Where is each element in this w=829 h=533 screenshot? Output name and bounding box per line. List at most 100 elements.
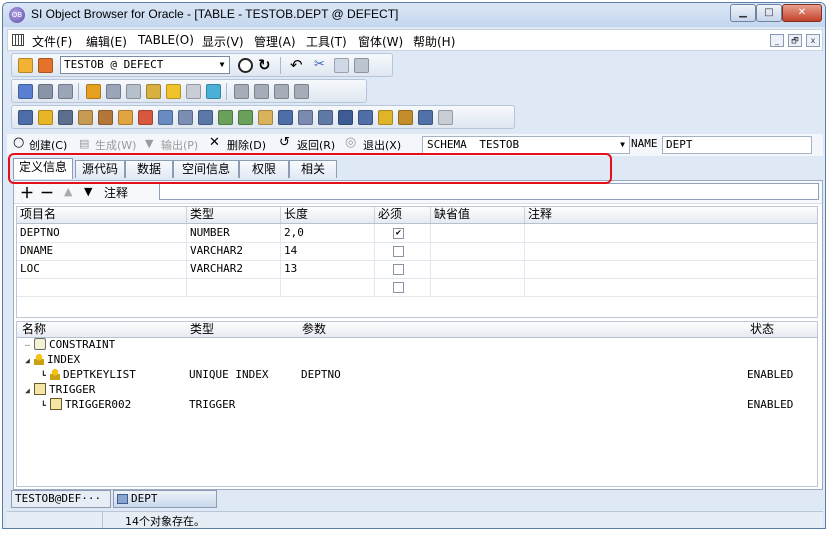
back-button[interactable]: 返回(R) xyxy=(297,137,335,153)
mdi-minimize-button[interactable]: _ xyxy=(770,34,784,47)
tree-icon[interactable] xyxy=(218,110,233,125)
menu-help[interactable]: 帮助(H) xyxy=(413,33,455,50)
cell-length[interactable]: 13 xyxy=(281,260,375,278)
cell-type[interactable]: VARCHAR2 xyxy=(187,260,281,278)
documents-icon[interactable] xyxy=(186,84,201,99)
cell-default[interactable] xyxy=(431,242,525,260)
cell-type[interactable] xyxy=(187,278,281,296)
header-object-param[interactable]: 参数 xyxy=(299,322,326,337)
copy-icon[interactable] xyxy=(334,58,349,73)
back-icon[interactable]: ↺ xyxy=(279,135,290,150)
edit-icon[interactable] xyxy=(398,110,413,125)
header-type[interactable]: 类型 xyxy=(187,207,281,223)
cell-name[interactable]: DEPTNO xyxy=(17,224,187,242)
menu-tools[interactable]: 工具(T) xyxy=(306,33,347,50)
exit-button[interactable]: 退出(X) xyxy=(363,137,401,153)
export-icon[interactable] xyxy=(294,84,309,99)
undo-icon[interactable]: ↶ xyxy=(290,58,305,73)
maximize-button[interactable]: □ xyxy=(756,4,782,22)
cell-default[interactable] xyxy=(431,224,525,242)
cell-type[interactable]: NUMBER xyxy=(187,224,281,242)
info-icon[interactable] xyxy=(254,84,269,99)
doc-tab-dept[interactable]: DEPT xyxy=(113,490,217,508)
header-length[interactable]: 长度 xyxy=(281,207,375,223)
cell-comment[interactable] xyxy=(525,260,817,278)
menu-table[interactable]: TABLE(O) xyxy=(138,33,194,47)
close-button[interactable]: ✕ xyxy=(782,4,822,22)
form-icon[interactable] xyxy=(198,110,213,125)
cell-comment[interactable] xyxy=(525,278,817,296)
cell-comment[interactable] xyxy=(525,242,817,260)
header-required[interactable]: 必须 xyxy=(375,207,431,223)
create-button[interactable]: 创建(C) xyxy=(29,137,67,153)
name-field[interactable]: DEPT xyxy=(662,136,812,154)
remove-column-icon[interactable]: － xyxy=(40,183,54,203)
cell-default[interactable] xyxy=(431,278,525,296)
tree-alt-icon[interactable] xyxy=(238,110,253,125)
tab-definition[interactable]: 定义信息 xyxy=(13,158,73,179)
header-object-type[interactable]: 类型 xyxy=(187,322,214,337)
circle-icon[interactable] xyxy=(238,58,253,73)
function-icon[interactable] xyxy=(158,110,173,125)
mdi-close-button[interactable]: x xyxy=(806,34,820,47)
required-checkbox[interactable] xyxy=(393,246,404,257)
cell-length[interactable]: 2,0 xyxy=(281,224,375,242)
connect-icon[interactable] xyxy=(18,58,33,73)
chart-icon[interactable] xyxy=(278,110,293,125)
tab-data[interactable]: 数据 xyxy=(125,160,173,178)
table-row[interactable]: LOC VARCHAR2 13 xyxy=(17,260,817,279)
tab-space[interactable]: 空间信息 xyxy=(173,160,239,178)
tree-node-index[interactable]: ◢ INDEX xyxy=(25,352,80,367)
menu-view[interactable]: 显示(V) xyxy=(202,33,244,50)
user-icon[interactable] xyxy=(86,84,101,99)
procedure-icon[interactable] xyxy=(138,110,153,125)
menu-manage[interactable]: 管理(A) xyxy=(254,33,296,50)
refresh-object-icon[interactable] xyxy=(378,110,393,125)
calendar-icon[interactable] xyxy=(338,110,353,125)
cylinder-icon[interactable] xyxy=(166,84,181,99)
type-icon[interactable] xyxy=(178,110,193,125)
sync-icon[interactable] xyxy=(206,84,221,99)
window-icon[interactable] xyxy=(298,110,313,125)
required-checkbox[interactable] xyxy=(393,282,404,293)
menu-window[interactable]: 窗体(W) xyxy=(358,33,403,50)
trigger-icon[interactable] xyxy=(258,110,273,125)
sequence-icon[interactable] xyxy=(98,110,113,125)
header-default[interactable]: 缺省值 xyxy=(431,207,525,223)
view-icon[interactable] xyxy=(58,110,73,125)
grid-icon[interactable] xyxy=(126,84,141,99)
cell-length[interactable]: 14 xyxy=(281,242,375,260)
schema-select[interactable]: SCHEMA TESTOB ▼ xyxy=(422,136,630,154)
collapse-triangle-icon[interactable]: ◢ xyxy=(25,383,34,398)
dblink-icon[interactable] xyxy=(318,110,333,125)
collapse-triangle-icon[interactable]: ◢ xyxy=(25,353,34,368)
cell-name[interactable]: DNAME xyxy=(17,242,187,260)
header-comment[interactable]: 注释 xyxy=(525,207,817,223)
package-icon[interactable] xyxy=(118,110,133,125)
move-down-icon[interactable]: ▼ xyxy=(84,185,92,198)
table-icon[interactable] xyxy=(18,110,33,125)
generate-button[interactable]: 生成(W) xyxy=(95,137,136,153)
cell-name[interactable]: LOC xyxy=(17,260,187,278)
sql-icon[interactable] xyxy=(18,84,33,99)
cell-default[interactable] xyxy=(431,260,525,278)
tab-privileges[interactable]: 权限 xyxy=(239,160,289,178)
script-icon[interactable] xyxy=(38,84,53,99)
menu-edit[interactable]: 编辑(E) xyxy=(86,33,127,50)
panel-icon[interactable] xyxy=(358,110,373,125)
refresh-icon[interactable]: ↻ xyxy=(258,58,273,73)
table-row[interactable]: DNAME VARCHAR2 14 xyxy=(17,242,817,261)
required-checkbox[interactable] xyxy=(393,264,404,275)
add-column-icon[interactable]: ＋ xyxy=(20,183,34,203)
mdi-child-icon[interactable] xyxy=(12,34,24,46)
export-button[interactable]: 输出(P) xyxy=(161,137,198,153)
save-icon[interactable] xyxy=(234,84,249,99)
delete-x-icon[interactable]: ✕ xyxy=(209,135,220,150)
compare-icon[interactable] xyxy=(274,84,289,99)
comment-input[interactable] xyxy=(159,183,819,200)
table-row[interactable]: DEPTNO NUMBER 2,0 ✔ xyxy=(17,224,817,243)
table-row[interactable] xyxy=(17,278,817,297)
minimize-button[interactable]: ▁ xyxy=(730,4,756,22)
header-column-name[interactable]: 项目名 xyxy=(17,207,187,223)
synonym-icon[interactable] xyxy=(78,110,93,125)
